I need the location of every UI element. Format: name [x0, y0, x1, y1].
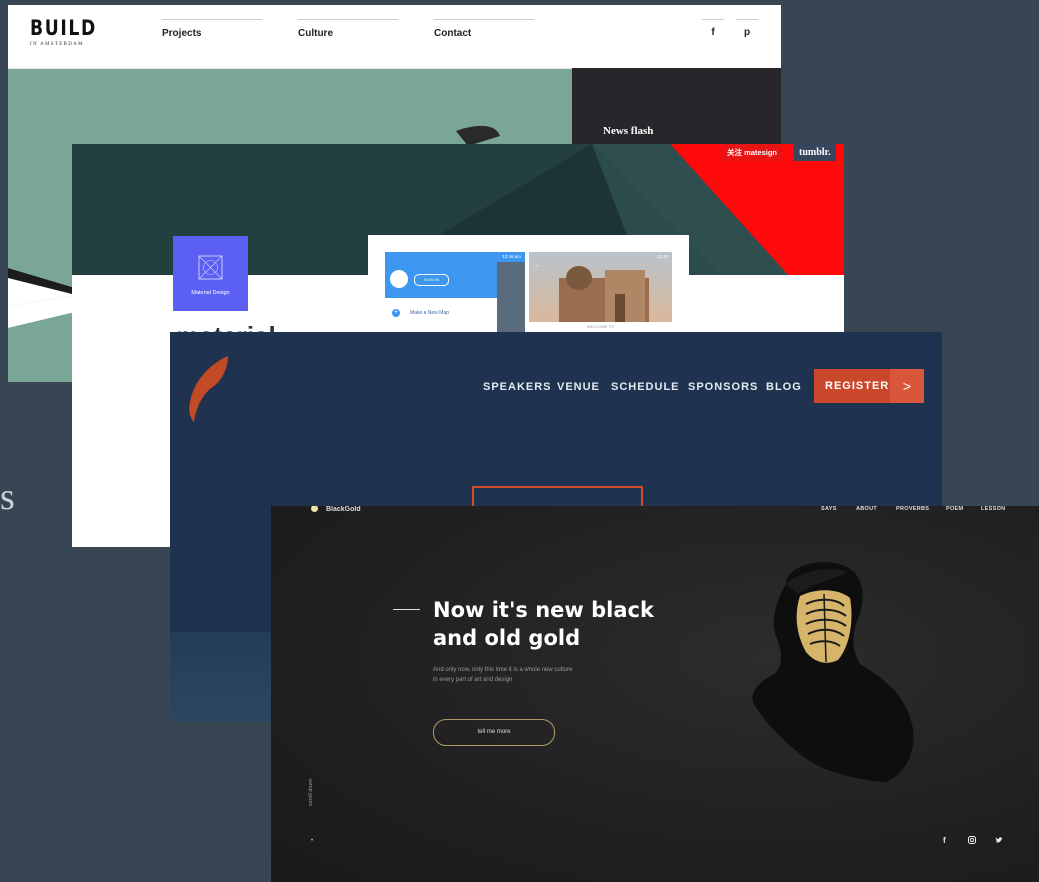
nav-venue[interactable]: VENUE: [557, 381, 600, 393]
tell-me-more-button[interactable]: tell me more: [433, 719, 555, 746]
nav-contact[interactable]: Contact: [434, 19, 534, 39]
headline: Now it's new black and old gold: [433, 596, 654, 652]
back-icon[interactable]: ←: [534, 262, 541, 269]
chevron-right-icon: >: [890, 369, 924, 403]
brand-name[interactable]: BlackGold: [326, 506, 361, 513]
instagram-icon[interactable]: [968, 836, 976, 846]
phone-left: 12:46 am SIGN IN + Make a New Map: [385, 252, 525, 332]
nav-poem[interactable]: POEM: [946, 506, 963, 512]
avatar: [390, 270, 408, 288]
nav-sponsors[interactable]: SPONSORS: [688, 381, 758, 393]
nav-projects[interactable]: Projects: [162, 19, 262, 39]
status-bar: 12:46: [656, 254, 668, 259]
nav-lesson[interactable]: LESSON: [981, 506, 1005, 512]
nav-speakers[interactable]: SPEAKERS: [483, 381, 552, 393]
headline-line-2: and old gold: [433, 626, 581, 650]
facebook-icon[interactable]: f: [702, 19, 724, 38]
ribbon-logo[interactable]: [182, 354, 262, 454]
brand-dot-icon: [311, 506, 318, 512]
subtitle-line-2: in every part of art and design: [433, 677, 513, 683]
site-header: BUILD IN AMSTERDAM Projects Culture Cont…: [8, 5, 781, 69]
twitter-icon[interactable]: [995, 836, 1003, 846]
register-button[interactable]: REGISTER >: [814, 369, 924, 403]
pinterest-icon[interactable]: p: [736, 19, 758, 38]
build-logo[interactable]: BUILD IN AMSTERDAM: [30, 16, 112, 48]
follow-button[interactable]: 关注 matesign: [722, 144, 783, 161]
welcome-caption: WELCOME TO: [586, 324, 615, 329]
badge-label: Material Design: [191, 290, 230, 296]
material-design-badge: Material Design: [173, 236, 248, 311]
headline-line-1: Now it's new black: [433, 598, 654, 622]
nav-says[interactable]: SAYS: [821, 506, 837, 512]
headline-dash: [393, 609, 420, 610]
blackgold-screenshot: BlackGold SAYS ABOUT PROVERBS POEM LESSO…: [271, 506, 1039, 882]
menu-item[interactable]: Make a New Map: [410, 310, 449, 316]
register-label: REGISTER: [825, 380, 890, 392]
sign-in-button[interactable]: SIGN IN: [414, 274, 449, 286]
subtitle-line-1: And only now, only this time it is a who…: [433, 667, 573, 673]
logo-subtext: IN AMSTERDAM: [30, 42, 84, 47]
nav-schedule[interactable]: SCHEDULE: [611, 381, 680, 393]
scroll-down-label[interactable]: scroll down: [308, 778, 314, 806]
nav-culture[interactable]: Culture: [298, 19, 398, 39]
arrow-down-icon[interactable]: •: [311, 838, 313, 844]
status-bar: 12:46 am: [502, 254, 521, 259]
tumblr-button[interactable]: tumblr.: [794, 144, 836, 161]
nav-proverbs[interactable]: PROVERBS: [896, 506, 929, 512]
partial-letter: s: [0, 476, 15, 518]
add-icon[interactable]: +: [392, 309, 400, 317]
phone-right: 12:46 ← WELCOME TO: [529, 252, 672, 332]
subtitle: And only now, only this time it is a who…: [433, 665, 572, 685]
logo-text: BUILD: [30, 16, 97, 40]
news-flash-title: News flash: [603, 125, 654, 137]
facebook-icon[interactable]: f: [943, 836, 946, 845]
nav-blog[interactable]: BLOG: [766, 381, 802, 393]
nav-about[interactable]: ABOUT: [856, 506, 877, 512]
gold-mask-bust-image: [752, 562, 914, 782]
